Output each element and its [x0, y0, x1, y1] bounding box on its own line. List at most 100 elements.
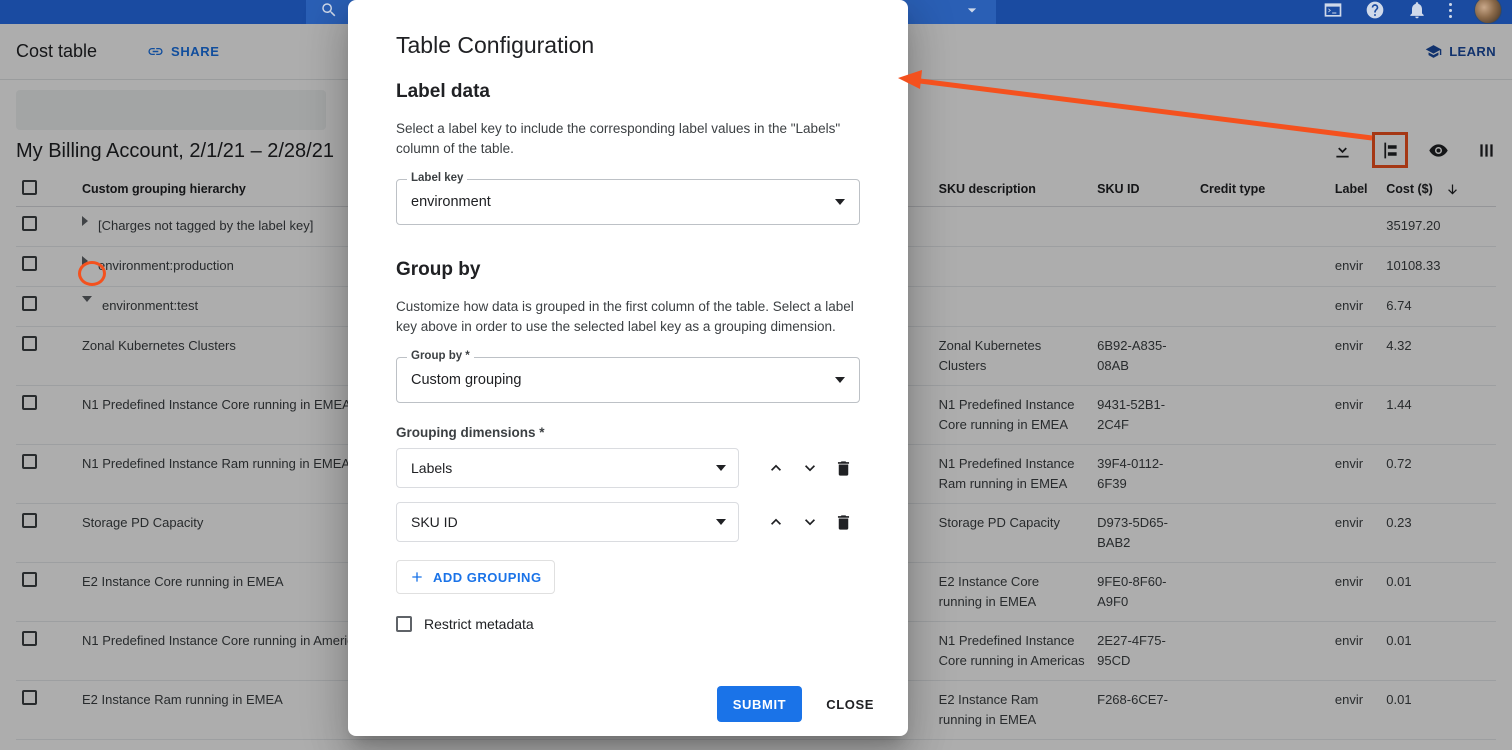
row-checkbox-cell[interactable] — [16, 207, 76, 247]
row-checkbox-cell[interactable] — [16, 445, 76, 504]
grouping-dimension-row: Labels — [396, 448, 860, 488]
row-checkbox[interactable] — [22, 296, 37, 311]
move-down-icon[interactable] — [793, 448, 827, 488]
grouping-dimension-row: SKU ID — [396, 502, 860, 542]
row-sku-id — [1091, 207, 1194, 247]
page-title: Cost table — [16, 41, 97, 62]
row-checkbox-cell[interactable] — [16, 681, 76, 740]
select-all-checkbox[interactable] — [22, 180, 37, 195]
group-by-value: Custom grouping — [411, 372, 521, 388]
row-sku-description: E2 Instance Core running in EMEA — [933, 563, 1091, 622]
move-up-icon[interactable] — [759, 502, 793, 542]
chevron-down-icon[interactable] — [716, 465, 726, 471]
col-credit-type[interactable]: Credit type — [1194, 172, 1329, 207]
row-cost: 0.01 — [1380, 622, 1496, 681]
row-checkbox-cell[interactable] — [16, 563, 76, 622]
grouping-dimension-select-1[interactable]: Labels — [396, 448, 739, 488]
learn-button[interactable]: LEARN — [1425, 43, 1496, 60]
row-checkbox-cell[interactable] — [16, 622, 76, 681]
more-options-icon[interactable] — [1449, 3, 1452, 18]
delete-icon[interactable] — [826, 448, 860, 488]
row-cost: 35197.20 — [1380, 207, 1496, 247]
restrict-metadata-label: Restrict metadata — [424, 616, 534, 632]
row-sku-description: E2 Instance Ram running in EMEA — [933, 681, 1091, 740]
row-cost: 0.23 — [1380, 504, 1496, 563]
col-cost[interactable]: Cost ($) — [1380, 172, 1496, 207]
dialog-actions: SUBMIT CLOSE — [717, 686, 884, 722]
row-checkbox[interactable] — [22, 454, 37, 469]
row-cost: 1.44 — [1380, 386, 1496, 445]
restrict-metadata-row[interactable]: Restrict metadata — [396, 616, 860, 632]
row-cost: 0.72 — [1380, 445, 1496, 504]
chevron-down-icon[interactable] — [835, 377, 845, 383]
row-checkbox-cell[interactable] — [16, 327, 76, 386]
group-by-select[interactable]: Group by * Custom grouping — [396, 357, 860, 403]
cloud-shell-icon[interactable] — [1323, 0, 1343, 20]
grouping-dimension-value-1: Labels — [411, 460, 452, 476]
table-caption: My Billing Account, 2/1/21 – 2/28/21 — [16, 140, 334, 163]
row-checkbox[interactable] — [22, 216, 37, 231]
row-sku-id — [1091, 287, 1194, 327]
row-checkbox[interactable] — [22, 256, 37, 271]
share-button[interactable]: SHARE — [147, 43, 220, 60]
close-button[interactable]: CLOSE — [816, 686, 884, 722]
dialog-body: Label data Select a label key to include… — [372, 81, 884, 632]
row-credit — [1194, 681, 1329, 740]
help-icon[interactable] — [1365, 0, 1385, 20]
grouping-dimension-value-2: SKU ID — [411, 514, 458, 530]
col-sku-description[interactable]: SKU description — [933, 172, 1091, 207]
grouping-dimension-select-2[interactable]: SKU ID — [396, 502, 739, 542]
row-checkbox-cell[interactable] — [16, 287, 76, 327]
row-sku-description — [933, 247, 1091, 287]
collapse-row-icon[interactable] — [82, 296, 92, 302]
label-data-heading: Label data — [396, 81, 860, 103]
row-checkbox[interactable] — [22, 395, 37, 410]
chevron-down-icon[interactable] — [716, 519, 726, 525]
row-checkbox-cell[interactable] — [16, 504, 76, 563]
notifications-icon[interactable] — [1407, 0, 1427, 20]
restrict-metadata-checkbox[interactable] — [396, 616, 412, 632]
chevron-down-icon[interactable] — [835, 199, 845, 205]
group-by-heading: Group by — [396, 259, 860, 281]
visibility-icon[interactable] — [1426, 138, 1450, 162]
row-sku-id: 9431-52B1-2C4F — [1091, 386, 1194, 445]
add-grouping-label: ADD GROUPING — [433, 570, 542, 585]
avatar[interactable] — [1474, 0, 1502, 24]
move-down-icon[interactable] — [793, 502, 827, 542]
row-checkbox-cell[interactable] — [16, 386, 76, 445]
row-cost: 6.74 — [1380, 287, 1496, 327]
row-sku-description: Storage PD Capacity — [933, 504, 1091, 563]
columns-icon[interactable] — [1474, 138, 1498, 162]
add-grouping-button[interactable]: ADD GROUPING — [396, 560, 555, 594]
row-sku-description: Zonal Kubernetes Clusters — [933, 327, 1091, 386]
submit-button[interactable]: SUBMIT — [717, 686, 802, 722]
annotation-circle-expander — [78, 261, 106, 286]
row-sku-description: N1 Predefined Instance Core running in A… — [933, 622, 1091, 681]
delete-icon[interactable] — [826, 502, 860, 542]
table-configuration-icon[interactable] — [1378, 138, 1402, 162]
label-key-select[interactable]: Label key environment — [396, 179, 860, 225]
expand-row-icon[interactable] — [82, 216, 88, 226]
row-checkbox[interactable] — [22, 513, 37, 528]
row-checkbox[interactable] — [22, 690, 37, 705]
download-icon[interactable] — [1330, 138, 1354, 162]
row-label: envir — [1329, 622, 1380, 681]
filter-bar[interactable] — [16, 90, 326, 130]
col-label[interactable]: Label — [1329, 172, 1380, 207]
row-credit — [1194, 622, 1329, 681]
chevron-down-icon[interactable] — [962, 0, 982, 20]
row-cost: 10108.33 — [1380, 247, 1496, 287]
row-checkbox[interactable] — [22, 572, 37, 587]
row-checkbox[interactable] — [22, 631, 37, 646]
select-all-cell[interactable] — [16, 172, 76, 207]
label-key-value: environment — [411, 194, 491, 210]
sort-descending-icon[interactable] — [1445, 182, 1460, 197]
row-credit — [1194, 563, 1329, 622]
row-checkbox-cell[interactable] — [16, 247, 76, 287]
row-checkbox[interactable] — [22, 336, 37, 351]
row-credit — [1194, 504, 1329, 563]
link-icon — [147, 43, 164, 60]
label-key-legend: Label key — [407, 172, 467, 184]
col-sku-id[interactable]: SKU ID — [1091, 172, 1194, 207]
move-up-icon[interactable] — [759, 448, 793, 488]
